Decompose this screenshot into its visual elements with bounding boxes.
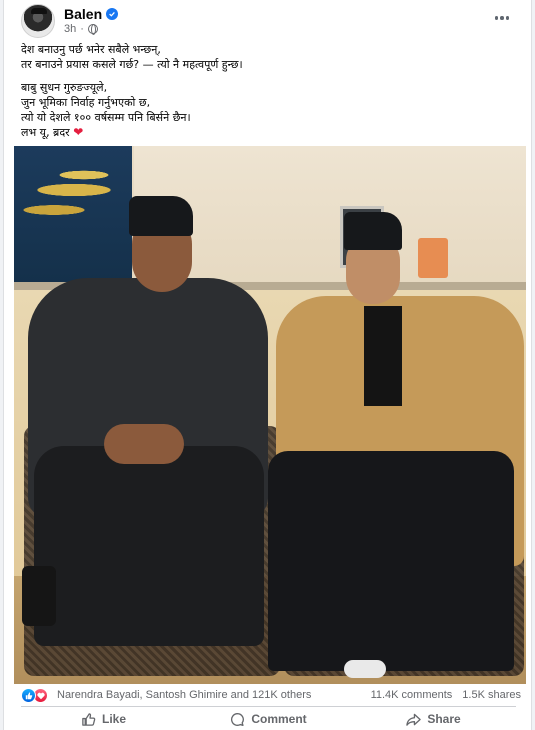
photo-person-left-shoe	[22, 566, 56, 626]
post-line: तर बनाउने प्रयास कसले गर्छ? — त्यो नै मह…	[21, 58, 243, 71]
photo-palm-leaves	[14, 150, 132, 250]
post-line: त्यो यो देशले १०० वर्षसम्म पनि बिर्सने छ…	[21, 111, 191, 124]
reactors-summary[interactable]: Narendra Bayadi, Santosh Ghimire and 121…	[57, 689, 311, 701]
post-paragraph-2: बाबु सुधन गुरुङज्यूले, जुन भूमिका निर्वा…	[21, 80, 521, 140]
reaction-icons[interactable]	[21, 688, 48, 703]
photo-person-right-shoe	[344, 660, 386, 678]
photo-person-right-legs	[268, 451, 514, 671]
globe-icon	[87, 24, 98, 35]
engagement-stats: 11.4K comments 1.5K shares	[371, 689, 521, 701]
post-line: जुन भूमिका निर्वाह गर्नुभएको छ,	[21, 96, 151, 109]
meta-separator: ·	[80, 23, 84, 35]
photo-person-left-hands	[104, 424, 184, 464]
post-card: Balen 3h · देश बनाउनु पर्छ भनेर सबैले भन…	[3, 0, 532, 730]
photo-orange-bag	[418, 238, 448, 278]
post-header: Balen 3h ·	[21, 4, 521, 38]
photo-person-left-legs	[34, 446, 264, 646]
thumbs-up-icon	[82, 712, 96, 726]
post-text: देश बनाउनु पर्छ भनेर सबैले भन्छन्, तर बन…	[21, 42, 521, 148]
photo-person-right-hat	[344, 212, 402, 250]
comment-icon	[231, 712, 245, 726]
share-icon	[406, 713, 422, 726]
photo-person-left-hat	[129, 196, 193, 236]
post-paragraph-1: देश बनाउनु पर्छ भनेर सबैले भन्छन्, तर बन…	[21, 42, 521, 72]
verified-badge-icon	[106, 8, 119, 20]
reactions-bar: Narendra Bayadi, Santosh Ghimire and 121…	[21, 688, 521, 704]
post-line-text: लभ यू, ब्रदर	[21, 126, 70, 139]
like-button[interactable]: Like	[21, 708, 186, 730]
comment-label: Comment	[251, 712, 307, 726]
share-label: Share	[427, 712, 461, 726]
comments-count[interactable]: 11.4K comments	[371, 689, 453, 701]
heart-emoji-icon: ❤	[73, 125, 84, 139]
avatar[interactable]	[21, 4, 55, 38]
author-name[interactable]: Balen	[64, 6, 102, 22]
post-line-last: लभ यू, ब्रदर ❤	[21, 125, 521, 140]
shares-count[interactable]: 1.5K shares	[462, 689, 521, 701]
more-options-icon[interactable]	[491, 10, 513, 26]
like-label: Like	[101, 712, 126, 726]
post-meta: 3h ·	[64, 23, 98, 35]
post-photo[interactable]	[14, 146, 526, 684]
actions-divider	[21, 706, 516, 707]
post-time[interactable]: 3h	[64, 23, 76, 35]
post-line: देश बनाउनु पर्छ भनेर सबैले भन्छन्,	[21, 43, 161, 56]
like-reaction-icon	[21, 688, 36, 703]
post-actions: Like Comment Share	[21, 708, 516, 730]
post-line: बाबु सुधन गुरुङज्यूले,	[21, 81, 108, 94]
photo-person-right-shirt	[364, 306, 402, 406]
author-row: Balen	[64, 6, 119, 22]
share-button[interactable]: Share	[351, 708, 516, 730]
comment-button[interactable]: Comment	[186, 708, 351, 730]
